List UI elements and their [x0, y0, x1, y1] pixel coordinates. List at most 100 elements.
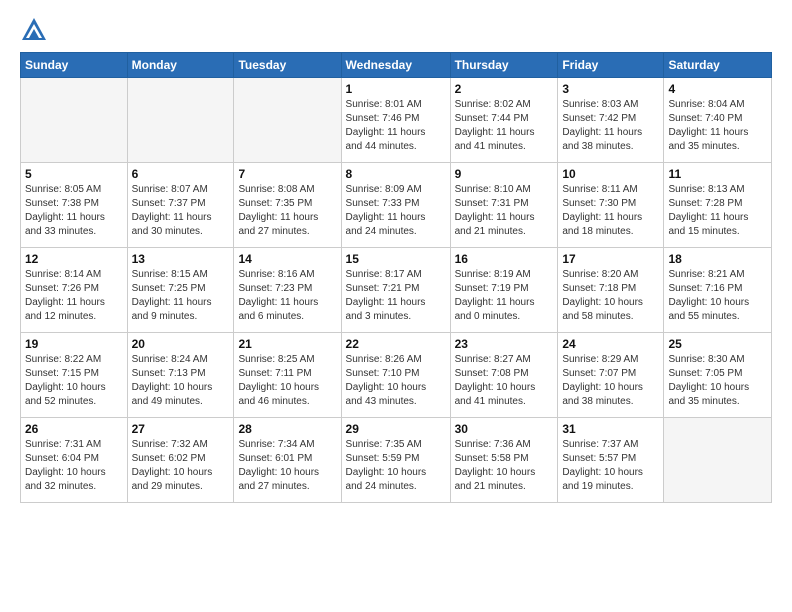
day-number: 4: [668, 82, 767, 96]
day-number: 19: [25, 337, 123, 351]
logo: [20, 16, 52, 44]
day-cell: 17Sunrise: 8:20 AM Sunset: 7:18 PM Dayli…: [558, 248, 664, 333]
day-cell: [21, 78, 128, 163]
page: Sunday Monday Tuesday Wednesday Thursday…: [0, 0, 792, 612]
col-friday: Friday: [558, 53, 664, 78]
col-thursday: Thursday: [450, 53, 558, 78]
day-cell: 7 Sunrise: 8:08 AM Sunset: 7:35 PM Daylig…: [234, 163, 341, 248]
day-info: Sunrise: 8:05 AM Sunset: 7:38 PM Dayligh…: [25, 183, 123, 239]
day-info: Sunrise: 8:26 AM Sunset: 7:10 PM Dayligh…: [346, 353, 446, 409]
day-cell: 11 Sunrise: 8:13 AM Sunset: 7:28 PM Dayli…: [664, 163, 772, 248]
day-number: 18: [668, 252, 767, 266]
day-number: 8: [346, 167, 446, 181]
col-tuesday: Tuesday: [234, 53, 341, 78]
day-cell: 31Sunrise: 7:37 AM Sunset: 5:57 PM Dayli…: [558, 418, 664, 503]
calendar-table: Sunday Monday Tuesday Wednesday Thursday…: [20, 52, 772, 503]
day-info: Sunrise: 8:13 AM Sunset: 7:28 PM Dayligh…: [668, 183, 767, 239]
day-cell: 15 Sunrise: 8:17 AM Sunset: 7:21 PM Dayli…: [341, 248, 450, 333]
day-number: 11: [668, 167, 767, 181]
day-cell: 21 Sunrise: 8:25 AM Sunset: 7:11 PM Dayli…: [234, 333, 341, 418]
header: [20, 16, 772, 44]
day-number: 29: [346, 422, 446, 436]
day-number: 5: [25, 167, 123, 181]
week-row-2: 5 Sunrise: 8:05 AM Sunset: 7:38 PM Daylig…: [21, 163, 772, 248]
day-number: 15: [346, 252, 446, 266]
day-number: 13: [132, 252, 230, 266]
day-cell: 8 Sunrise: 8:09 AM Sunset: 7:33 PM Daylig…: [341, 163, 450, 248]
day-info: Sunrise: 8:11 AM Sunset: 7:30 PM Dayligh…: [562, 183, 659, 239]
day-info: Sunrise: 7:36 AM Sunset: 5:58 PM Dayligh…: [455, 438, 554, 494]
day-info: Sunrise: 7:34 AM Sunset: 6:01 PM Dayligh…: [238, 438, 336, 494]
day-cell: 29 Sunrise: 7:35 AM Sunset: 5:59 PM Dayli…: [341, 418, 450, 503]
day-cell: 18 Sunrise: 8:21 AM Sunset: 7:16 PM Dayli…: [664, 248, 772, 333]
day-number: 1: [346, 82, 446, 96]
day-cell: 30 Sunrise: 7:36 AM Sunset: 5:58 PM Dayli…: [450, 418, 558, 503]
week-row-4: 19 Sunrise: 8:22 AM Sunset: 7:15 PM Dayli…: [21, 333, 772, 418]
day-cell: [127, 78, 234, 163]
day-cell: 23 Sunrise: 8:27 AM Sunset: 7:08 PM Dayli…: [450, 333, 558, 418]
day-number: 16: [455, 252, 554, 266]
col-sunday: Sunday: [21, 53, 128, 78]
day-number: 22: [346, 337, 446, 351]
day-cell: 24 Sunrise: 8:29 AM Sunset: 7:07 PM Dayli…: [558, 333, 664, 418]
day-number: 20: [132, 337, 230, 351]
col-monday: Monday: [127, 53, 234, 78]
col-saturday: Saturday: [664, 53, 772, 78]
day-cell: [664, 418, 772, 503]
day-number: 31: [562, 422, 659, 436]
day-cell: [234, 78, 341, 163]
day-cell: 14 Sunrise: 8:16 AM Sunset: 7:23 PM Dayli…: [234, 248, 341, 333]
day-cell: 25 Sunrise: 8:30 AM Sunset: 7:05 PM Dayli…: [664, 333, 772, 418]
day-number: 30: [455, 422, 554, 436]
day-cell: 13 Sunrise: 8:15 AM Sunset: 7:25 PM Dayli…: [127, 248, 234, 333]
day-number: 23: [455, 337, 554, 351]
logo-icon: [20, 16, 48, 44]
day-number: 12: [25, 252, 123, 266]
day-number: 25: [668, 337, 767, 351]
day-info: Sunrise: 7:32 AM Sunset: 6:02 PM Dayligh…: [132, 438, 230, 494]
day-info: Sunrise: 8:24 AM Sunset: 7:13 PM Dayligh…: [132, 353, 230, 409]
day-info: Sunrise: 8:14 AM Sunset: 7:26 PM Dayligh…: [25, 268, 123, 324]
day-cell: 22 Sunrise: 8:26 AM Sunset: 7:10 PM Dayli…: [341, 333, 450, 418]
day-cell: 5 Sunrise: 8:05 AM Sunset: 7:38 PM Daylig…: [21, 163, 128, 248]
day-number: 24: [562, 337, 659, 351]
day-number: 21: [238, 337, 336, 351]
day-cell: 27 Sunrise: 7:32 AM Sunset: 6:02 PM Dayli…: [127, 418, 234, 503]
day-number: 3: [562, 82, 659, 96]
day-info: Sunrise: 8:15 AM Sunset: 7:25 PM Dayligh…: [132, 268, 230, 324]
week-row-1: 1Sunrise: 8:01 AM Sunset: 7:46 PM Daylig…: [21, 78, 772, 163]
day-info: Sunrise: 8:21 AM Sunset: 7:16 PM Dayligh…: [668, 268, 767, 324]
day-info: Sunrise: 8:04 AM Sunset: 7:40 PM Dayligh…: [668, 98, 767, 154]
day-info: Sunrise: 8:22 AM Sunset: 7:15 PM Dayligh…: [25, 353, 123, 409]
day-info: Sunrise: 8:08 AM Sunset: 7:35 PM Dayligh…: [238, 183, 336, 239]
day-info: Sunrise: 7:35 AM Sunset: 5:59 PM Dayligh…: [346, 438, 446, 494]
day-cell: 6Sunrise: 8:07 AM Sunset: 7:37 PM Daylig…: [127, 163, 234, 248]
day-info: Sunrise: 8:19 AM Sunset: 7:19 PM Dayligh…: [455, 268, 554, 324]
day-number: 7: [238, 167, 336, 181]
day-info: Sunrise: 8:27 AM Sunset: 7:08 PM Dayligh…: [455, 353, 554, 409]
day-number: 14: [238, 252, 336, 266]
day-cell: 10Sunrise: 8:11 AM Sunset: 7:30 PM Dayli…: [558, 163, 664, 248]
day-number: 17: [562, 252, 659, 266]
day-info: Sunrise: 8:09 AM Sunset: 7:33 PM Dayligh…: [346, 183, 446, 239]
day-cell: 16 Sunrise: 8:19 AM Sunset: 7:19 PM Dayli…: [450, 248, 558, 333]
day-info: Sunrise: 8:30 AM Sunset: 7:05 PM Dayligh…: [668, 353, 767, 409]
day-info: Sunrise: 8:03 AM Sunset: 7:42 PM Dayligh…: [562, 98, 659, 154]
col-wednesday: Wednesday: [341, 53, 450, 78]
day-info: Sunrise: 8:16 AM Sunset: 7:23 PM Dayligh…: [238, 268, 336, 324]
day-cell: 1Sunrise: 8:01 AM Sunset: 7:46 PM Daylig…: [341, 78, 450, 163]
day-cell: 20 Sunrise: 8:24 AM Sunset: 7:13 PM Dayli…: [127, 333, 234, 418]
day-number: 27: [132, 422, 230, 436]
day-number: 26: [25, 422, 123, 436]
day-info: Sunrise: 8:25 AM Sunset: 7:11 PM Dayligh…: [238, 353, 336, 409]
day-cell: 2Sunrise: 8:02 AM Sunset: 7:44 PM Daylig…: [450, 78, 558, 163]
day-number: 2: [455, 82, 554, 96]
day-cell: 19 Sunrise: 8:22 AM Sunset: 7:15 PM Dayli…: [21, 333, 128, 418]
day-number: 9: [455, 167, 554, 181]
calendar-header-row: Sunday Monday Tuesday Wednesday Thursday…: [21, 53, 772, 78]
week-row-5: 26Sunrise: 7:31 AM Sunset: 6:04 PM Dayli…: [21, 418, 772, 503]
day-info: Sunrise: 8:17 AM Sunset: 7:21 PM Dayligh…: [346, 268, 446, 324]
day-info: Sunrise: 8:10 AM Sunset: 7:31 PM Dayligh…: [455, 183, 554, 239]
day-number: 6: [132, 167, 230, 181]
day-info: Sunrise: 8:29 AM Sunset: 7:07 PM Dayligh…: [562, 353, 659, 409]
